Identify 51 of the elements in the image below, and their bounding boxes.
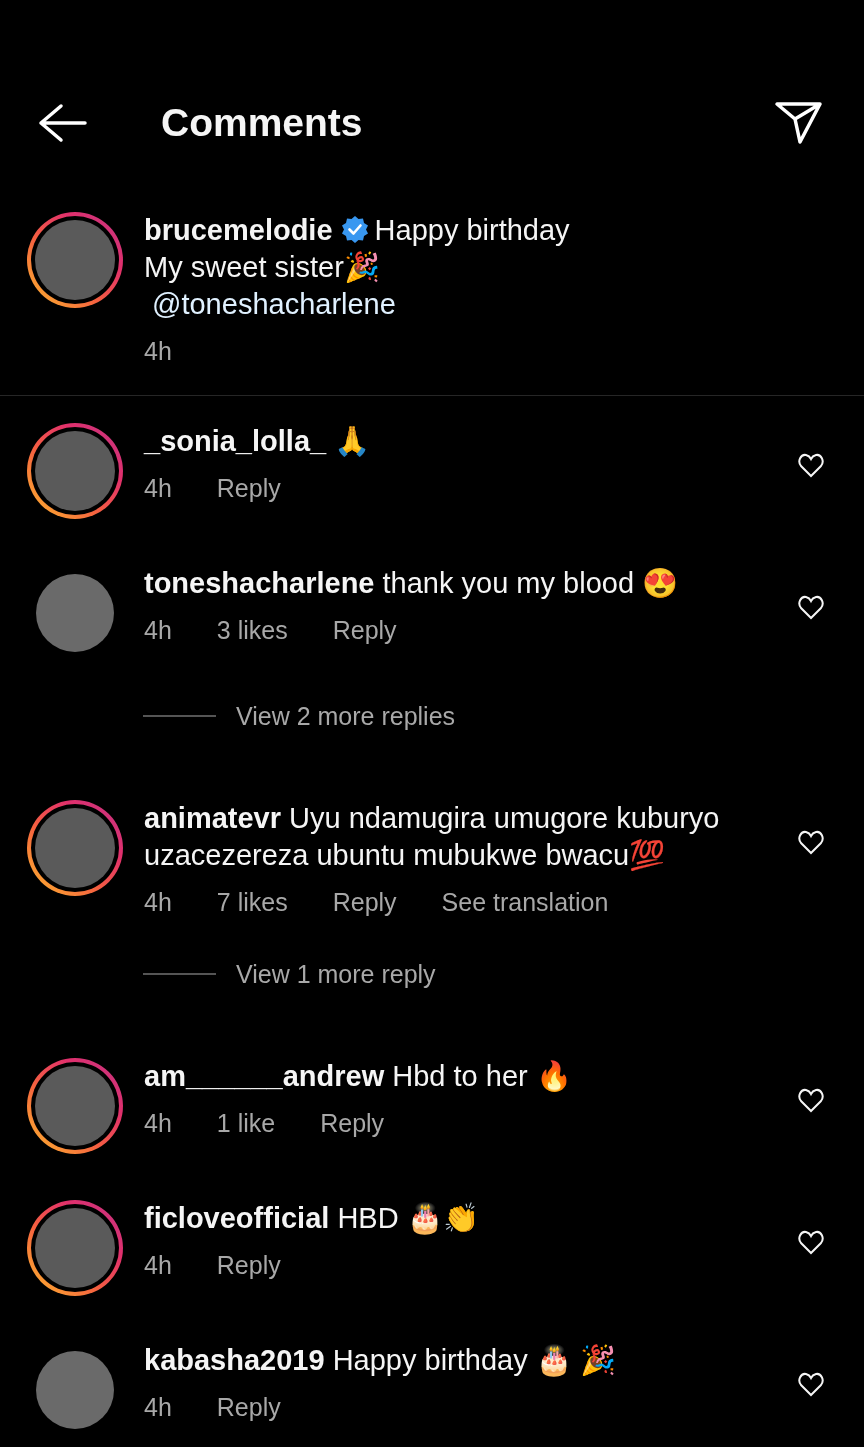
- username[interactable]: kabasha2019: [144, 1344, 325, 1376]
- heart-icon: [798, 1088, 824, 1113]
- comment-text: animatevr Uyu ndamugira umugore kuburyo uzacezereza ubuntu mubukwe bwacu💯: [144, 801, 721, 873]
- view-replies-link[interactable]: View 1 more reply: [236, 957, 436, 991]
- heart-icon: [798, 1230, 824, 1255]
- like-button[interactable]: [798, 1088, 824, 1113]
- comment-text: ficloveofficial HBD 🎂👏: [144, 1201, 480, 1237]
- timestamp: 4h: [144, 887, 172, 918]
- page-title: Comments: [161, 100, 363, 146]
- comment-action[interactable]: See translation: [441, 885, 609, 919]
- like-button[interactable]: [798, 830, 824, 855]
- username[interactable]: toneshacharlene: [144, 567, 375, 599]
- timestamp: 4h: [144, 1108, 172, 1139]
- comment-action[interactable]: Reply: [332, 613, 397, 647]
- username[interactable]: _sonia_lolla_: [144, 425, 327, 457]
- username[interactable]: animatevr: [144, 802, 281, 834]
- timestamp: 4h: [144, 473, 172, 504]
- heart-icon: [798, 830, 824, 855]
- like-button[interactable]: [798, 595, 824, 620]
- comment-action[interactable]: 7 likes: [216, 885, 288, 919]
- comment-action[interactable]: Reply: [332, 885, 397, 919]
- comment-action[interactable]: 1 like: [216, 1106, 276, 1140]
- comment-text: _sonia_lolla_ 🙏: [144, 424, 372, 459]
- comment-action[interactable]: Reply: [320, 1106, 385, 1140]
- like-button[interactable]: [798, 1372, 824, 1397]
- username[interactable]: am______andrew: [144, 1060, 385, 1092]
- comment-text: kabasha2019 Happy birthday 🎂 🎉: [144, 1343, 617, 1379]
- back-button[interactable]: [37, 103, 87, 143]
- heart-icon: [798, 1372, 824, 1397]
- mention-link[interactable]: @toneshacharlene: [144, 286, 864, 323]
- heart-icon: [798, 453, 824, 478]
- username[interactable]: brucemelodie: [144, 214, 333, 246]
- timestamp: 4h: [144, 1250, 172, 1281]
- caption-text: brucemelodie Happy birthday My sweet sister🎉: [144, 213, 571, 285]
- comment-action[interactable]: Reply: [216, 1248, 281, 1282]
- timestamp: 4h: [144, 336, 172, 367]
- comment-text: toneshacharlene thank you my blood 😍: [144, 566, 680, 601]
- like-button[interactable]: [798, 1230, 824, 1255]
- share-button[interactable]: [774, 100, 824, 146]
- timestamp: 4h: [144, 615, 172, 646]
- back-arrow-icon: [37, 103, 87, 143]
- view-replies-link[interactable]: View 2 more replies: [236, 699, 456, 733]
- username[interactable]: ficloveofficial: [144, 1202, 330, 1234]
- paper-plane-icon: [774, 100, 824, 146]
- comment-action[interactable]: Reply: [216, 471, 281, 505]
- timestamp: 4h: [144, 1392, 172, 1423]
- comment-action[interactable]: Reply: [216, 1390, 281, 1424]
- like-button[interactable]: [798, 453, 824, 478]
- comment-action[interactable]: 3 likes: [216, 613, 288, 647]
- heart-icon: [798, 595, 824, 620]
- comment-text: am______andrew Hbd to her 🔥: [144, 1059, 573, 1094]
